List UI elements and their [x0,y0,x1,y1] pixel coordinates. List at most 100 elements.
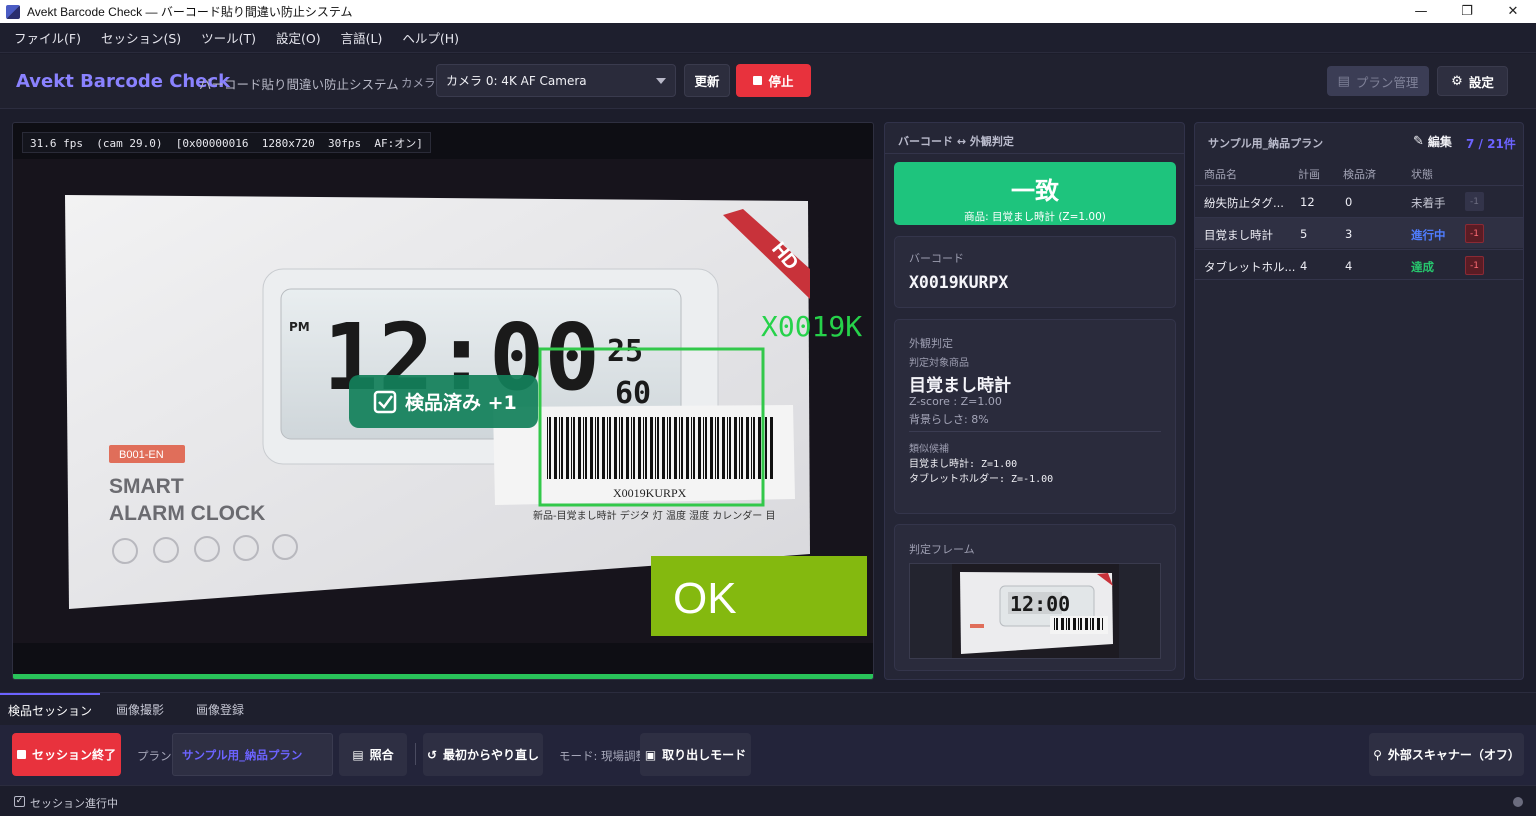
external-scanner-label: 外部スキャナー（オフ） [1387,748,1520,762]
box-icon: ▣ [644,747,657,762]
frame-thumbnail: 12:00 [952,564,1119,658]
frame-card: 判定フレーム 12:00 [894,524,1176,671]
menu-language[interactable]: 言語(L) [333,28,391,47]
camera-label: カメラ: [401,76,440,90]
status-indicator [1513,797,1523,807]
barcode-card: バーコード X0019KURPX [894,236,1176,308]
col-name: 商品名 [1204,168,1237,181]
decrement-button[interactable]: -1 [1465,192,1484,211]
edit-button[interactable]: ✎ 編集 [1413,133,1452,150]
header-toolbar: Avekt Barcode Check バーコード貼り間違い防止システム カメラ… [0,54,1536,109]
menu-settings[interactable]: 設定(O) [268,28,329,47]
camera-view: 31.6 fps (cam 29.0) [0x00000016 1280x720… [12,122,874,680]
stop-icon [16,750,26,759]
match-result-sub: 商品: 目覚まし時計 (Z=1.00) [964,211,1106,223]
plan-label: プラン: [137,749,176,763]
sticker-text: 新品-目覚まし時計 デジタ 灯 温度 湿度 カレンダー 目 [533,509,775,522]
restore-button[interactable]: ❐ [1444,0,1490,23]
end-session-button[interactable]: セッション終了 [12,733,121,776]
restart-button[interactable]: ↺ 最初からやり直し [423,733,543,776]
plan-manage-button[interactable]: ▤ プラン管理 [1327,66,1429,96]
target-product-name: 目覚まし時計 [909,376,1011,396]
table-row[interactable]: 目覚まし時計 5 3 進行中 -1 [1195,217,1523,248]
tab-inspection-session[interactable]: 検品セッション [0,693,100,725]
stop-icon [753,76,763,85]
close-button[interactable]: ✕ [1490,0,1536,23]
ok-text: OK [673,574,737,623]
refresh-label: 更新 [694,74,720,89]
scanner-icon: ⚲ [1373,747,1382,762]
similar-label: 類似候補 [909,444,949,455]
settings-button[interactable]: ⚙ 設定 [1437,66,1508,96]
row-name: 目覚まし時計 [1204,228,1273,242]
row-name: タブレットホル... [1204,260,1296,274]
zscore: Z-score : Z=1.00 [909,395,1002,408]
pencil-icon: ✎ [1413,134,1424,149]
menu-help[interactable]: ヘルプ(H) [394,28,467,47]
brand-title: Avekt Barcode Check [16,71,231,92]
lcd-humidity: 60 [615,376,651,411]
box-line1: SMART [109,475,184,498]
similar-item: 目覚まし時計: Z=1.00 [909,459,1018,470]
app-icon [6,4,20,19]
plan-field-value: サンプル用_納品プラン [182,747,303,762]
row-name: 紛失防止タグ... [1204,196,1284,210]
table-header: 商品名 計画 検品済 状態 [1195,161,1523,183]
status-text: セッション進行中 [30,797,118,810]
detected-barcode-text: X0019K [761,310,862,343]
menu-session[interactable]: セッション(S) [93,28,189,47]
box-line2: ALARM CLOCK [109,502,265,525]
table-row[interactable]: タブレットホル... 4 4 達成 -1 [1195,249,1523,280]
plan-count: 7 / 21件 [1466,137,1516,151]
frame-label: 判定フレーム [909,543,975,556]
barcode-value: X0019KURPX [909,273,1009,292]
camera-select[interactable]: カメラ 0: 4K AF Camera [436,64,676,97]
judgement-panel: バーコード ↔ 外観判定 一致 商品: 目覚まし時計 (Z=1.00) バーコー… [884,122,1185,680]
stop-button[interactable]: 停止 [736,64,811,97]
appearance-card: 外観判定 判定対象商品 目覚まし時計 Z-score : Z=1.00 背景らし… [894,319,1176,514]
menu-tools[interactable]: ツール(T) [193,28,264,47]
clipboard-icon: ▤ [352,747,364,762]
frame-thumbnail-box: 12:00 [909,563,1161,659]
table-row[interactable]: 紛失防止タグ... 12 0 未着手 -1 [1195,185,1523,216]
action-bar: セッション終了 プラン: サンプル用_納品プラン ▤ 照合 ↺ 最初からやり直し… [0,725,1536,785]
mode-label: モード: 現場調整 [559,749,648,763]
row-status: 未着手 [1411,196,1446,210]
col-plan: 計画 [1298,168,1320,181]
gear-icon: ⚙ [1451,73,1463,89]
external-scanner-button[interactable]: ⚲ 外部スキャナー（オフ） [1369,733,1524,776]
row-status: 達成 [1411,260,1434,274]
col-done: 検品済 [1343,168,1376,181]
plan-title: サンプル用_納品プラン [1208,137,1324,150]
similar-item: タブレットホルダー: Z=-1.00 [909,474,1054,485]
menu-file[interactable]: ファイル(F) [6,28,89,47]
status-bar: ✓ セッション進行中 [0,785,1536,816]
checkbox-icon: ✓ [14,796,25,807]
pickup-mode-label: 取り出しモード [662,748,747,762]
plan-panel: サンプル用_納品プラン ✎ 編集 7 / 21件 商品名 計画 検品済 状態 紛… [1194,122,1524,680]
pickup-mode-button[interactable]: ▣ 取り出しモード [640,733,751,776]
separator [415,743,416,765]
progress-bar [13,674,873,679]
title-bar: Avekt Barcode Check — バーコード貼り間違い防止システム —… [0,0,1536,23]
tab-image-register[interactable]: 画像登録 [184,693,256,725]
app-subtitle: バーコード貼り間違い防止システム [199,77,399,92]
divider [909,431,1161,432]
refresh-icon: ↺ [426,747,438,762]
divider [885,153,1184,154]
restart-label: 最初からやり直し [443,748,540,762]
stop-label: 停止 [768,74,794,89]
row-plan: 12 [1300,195,1315,209]
plan-field[interactable]: サンプル用_納品プラン [172,733,333,776]
sticker-code: X0019KURPX [613,486,687,500]
tab-image-capture[interactable]: 画像撮影 [104,693,176,725]
decrement-button[interactable]: -1 [1465,224,1484,243]
fps-readout: 31.6 fps (cam 29.0) [0x00000016 1280x720… [22,132,431,153]
refresh-button[interactable]: 更新 [684,64,730,97]
decrement-button[interactable]: -1 [1465,256,1484,275]
bottom-tab-bar: 検品セッション 画像撮影 画像登録 [0,692,1536,725]
minimize-button[interactable]: — [1398,0,1444,23]
edit-label: 編集 [1427,135,1452,149]
verify-button[interactable]: ▤ 照合 [339,733,407,776]
inspected-text: 検品済み +1 [405,391,517,414]
